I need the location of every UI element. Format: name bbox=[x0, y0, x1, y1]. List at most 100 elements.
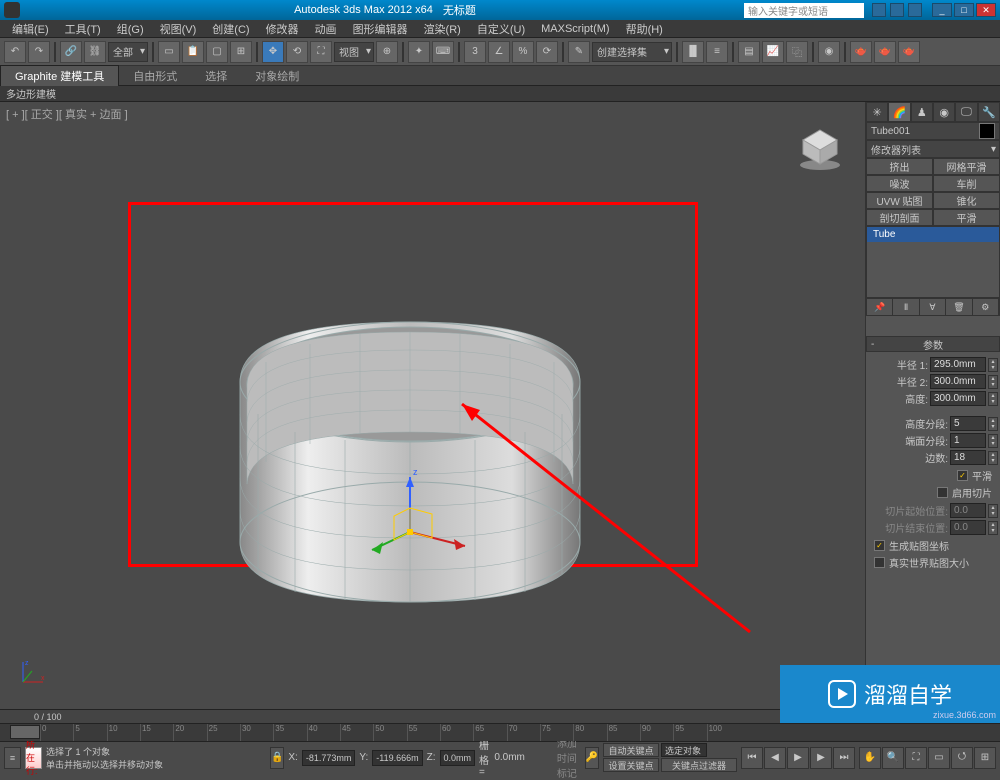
percent-snap-icon[interactable]: % bbox=[512, 41, 534, 63]
heightsegs-input[interactable]: 5 bbox=[950, 416, 986, 431]
selection-set-dropdown[interactable]: 全部 bbox=[108, 42, 148, 62]
menu-rendering[interactable]: 渲染(R) bbox=[416, 21, 469, 37]
timeline[interactable]: 0510152025303540455055606570758085909510… bbox=[0, 723, 1000, 741]
play-icon[interactable]: ▶ bbox=[787, 747, 809, 769]
search-box[interactable]: 输入关键字或短语 bbox=[744, 3, 864, 18]
curve-editor-icon[interactable]: 📈 bbox=[762, 41, 784, 63]
minimize-button[interactable]: _ bbox=[932, 3, 952, 17]
orbit-icon[interactable]: ⭯ bbox=[951, 747, 973, 769]
gotoend-icon[interactable]: ⏭ bbox=[833, 747, 855, 769]
modset-noise[interactable]: 噪波 bbox=[866, 175, 933, 192]
material-editor-icon[interactable]: ◉ bbox=[818, 41, 840, 63]
maxview-icon[interactable]: ⊞ bbox=[974, 747, 996, 769]
keyset-dropdown[interactable]: 选定对象 bbox=[661, 743, 707, 757]
hierarchy-tab-icon[interactable]: ♟ bbox=[911, 102, 933, 122]
menu-view[interactable]: 视图(V) bbox=[152, 21, 205, 37]
create-tab-icon[interactable]: ✳ bbox=[866, 102, 888, 122]
time-slider[interactable] bbox=[10, 725, 40, 739]
viewport-label[interactable]: [ + ][ 正交 ][ 真实 + 边面 ] bbox=[6, 106, 128, 122]
ribbon-subpanel[interactable]: 多边形建模 bbox=[0, 86, 1000, 102]
heightsegs-spinner[interactable]: ▴▾ bbox=[988, 417, 998, 431]
smooth-checkbox[interactable]: ✓ bbox=[957, 470, 968, 481]
ribbon-tab-graphite[interactable]: Graphite 建模工具 bbox=[0, 65, 119, 86]
viewport[interactable]: [ + ][ 正交 ][ 真实 + 边面 ] bbox=[0, 102, 865, 727]
sides-input[interactable]: 18 bbox=[950, 450, 986, 465]
modset-meshsmooth[interactable]: 网格平滑 bbox=[933, 158, 1000, 175]
radius1-spinner[interactable]: ▴▾ bbox=[988, 358, 998, 372]
help-icon[interactable] bbox=[872, 3, 886, 17]
refcoord-dropdown[interactable]: 视图 bbox=[334, 42, 374, 62]
menu-grapheditors[interactable]: 图形编辑器 bbox=[345, 21, 416, 37]
height-spinner[interactable]: ▴▾ bbox=[988, 392, 998, 406]
ribbon-tab-freeform[interactable]: 自由形式 bbox=[119, 66, 191, 86]
ribbon-tab-objectpaint[interactable]: 对象绘制 bbox=[241, 66, 313, 86]
radius2-spinner[interactable]: ▴▾ bbox=[988, 375, 998, 389]
object-color-swatch[interactable] bbox=[979, 123, 995, 139]
spinner-snap-icon[interactable]: ⟳ bbox=[536, 41, 558, 63]
capsegs-spinner[interactable]: ▴▾ bbox=[988, 434, 998, 448]
rollout-params[interactable]: 参数 bbox=[866, 336, 1000, 352]
fov-icon[interactable]: ▭ bbox=[928, 747, 950, 769]
select-region-icon[interactable]: ▢ bbox=[206, 41, 228, 63]
named-selection-dropdown[interactable]: 创建选择集 bbox=[592, 42, 672, 62]
sliceon-checkbox[interactable] bbox=[937, 487, 948, 498]
angle-snap-icon[interactable]: ∠ bbox=[488, 41, 510, 63]
modifier-list-dropdown[interactable]: 修改器列表 bbox=[866, 140, 1000, 158]
menu-group[interactable]: 组(G) bbox=[109, 21, 152, 37]
keyfilter-button[interactable]: 关键点过滤器 bbox=[661, 758, 737, 772]
maximize-button[interactable]: □ bbox=[954, 3, 974, 17]
x-input[interactable]: -81.773mm bbox=[302, 750, 356, 766]
keymode-icon[interactable]: ⌨ bbox=[432, 41, 454, 63]
capsegs-input[interactable]: 1 bbox=[950, 433, 986, 448]
menu-tools[interactable]: 工具(T) bbox=[57, 21, 109, 37]
link-icon[interactable]: 🔗 bbox=[60, 41, 82, 63]
editnamed-icon[interactable]: ✎ bbox=[568, 41, 590, 63]
sides-spinner[interactable]: ▴▾ bbox=[988, 451, 998, 465]
move-icon[interactable]: ✥ bbox=[262, 41, 284, 63]
scale-icon[interactable]: ⛶ bbox=[310, 41, 332, 63]
pivot-icon[interactable]: ⊕ bbox=[376, 41, 398, 63]
stack-item-tube[interactable]: Tube bbox=[867, 227, 999, 242]
zoomext-icon[interactable]: ⛶ bbox=[905, 747, 927, 769]
show-end-icon[interactable]: Ⅱ bbox=[893, 299, 919, 315]
tube-geometry[interactable]: z bbox=[200, 252, 640, 622]
menu-customize[interactable]: 自定义(U) bbox=[469, 21, 533, 37]
modset-smooth[interactable]: 平滑 bbox=[933, 209, 1000, 226]
align-icon[interactable]: ≡ bbox=[706, 41, 728, 63]
zoom-icon[interactable]: 🔍 bbox=[882, 747, 904, 769]
z-input[interactable]: 0.0mm bbox=[440, 750, 476, 766]
close-button[interactable]: ✕ bbox=[976, 3, 996, 17]
addtimetag-label[interactable]: 添加时间标记 bbox=[557, 735, 581, 780]
menu-create[interactable]: 创建(C) bbox=[204, 21, 257, 37]
modset-slice[interactable]: 剖切剖面 bbox=[866, 209, 933, 226]
select-icon[interactable]: ▭ bbox=[158, 41, 180, 63]
lock-icon[interactable]: 🔒 bbox=[270, 747, 284, 769]
menu-maxscript[interactable]: MAXScript(M) bbox=[533, 23, 617, 35]
object-name-field[interactable]: Tube001 bbox=[871, 126, 910, 137]
menu-help[interactable]: 帮助(H) bbox=[618, 21, 671, 37]
render-icon[interactable]: 🫖 bbox=[898, 41, 920, 63]
rotate-icon[interactable]: ⟲ bbox=[286, 41, 308, 63]
genmap-checkbox[interactable]: ✓ bbox=[874, 540, 885, 551]
y-input[interactable]: -119.666m bbox=[372, 750, 422, 766]
ribbon-tab-selection[interactable]: 选择 bbox=[191, 66, 241, 86]
favorites-icon[interactable] bbox=[908, 3, 922, 17]
nextframe-icon[interactable]: ▶ bbox=[810, 747, 832, 769]
viewcube-icon[interactable] bbox=[795, 122, 845, 172]
realworld-checkbox[interactable] bbox=[874, 557, 885, 568]
unique-icon[interactable]: ∀ bbox=[920, 299, 946, 315]
radius1-input[interactable]: 295.0mm bbox=[930, 357, 986, 372]
redo-icon[interactable]: ↷ bbox=[28, 41, 50, 63]
menu-modifiers[interactable]: 修改器 bbox=[258, 21, 307, 37]
modset-taper[interactable]: 锥化 bbox=[933, 192, 1000, 209]
undo-icon[interactable]: ↶ bbox=[4, 41, 26, 63]
modset-extrude[interactable]: 挤出 bbox=[866, 158, 933, 175]
display-tab-icon[interactable]: 🖵 bbox=[955, 102, 977, 122]
commcenter-icon[interactable] bbox=[890, 3, 904, 17]
modset-uvwmap[interactable]: UVW 贴图 bbox=[866, 192, 933, 209]
modify-tab-icon[interactable]: 🌈 bbox=[888, 102, 910, 122]
pin-stack-icon[interactable]: 📌 bbox=[867, 299, 893, 315]
remove-mod-icon[interactable]: 🗑 bbox=[946, 299, 972, 315]
key-icon[interactable]: 🔑 bbox=[585, 747, 599, 769]
window-crossing-icon[interactable]: ⊞ bbox=[230, 41, 252, 63]
